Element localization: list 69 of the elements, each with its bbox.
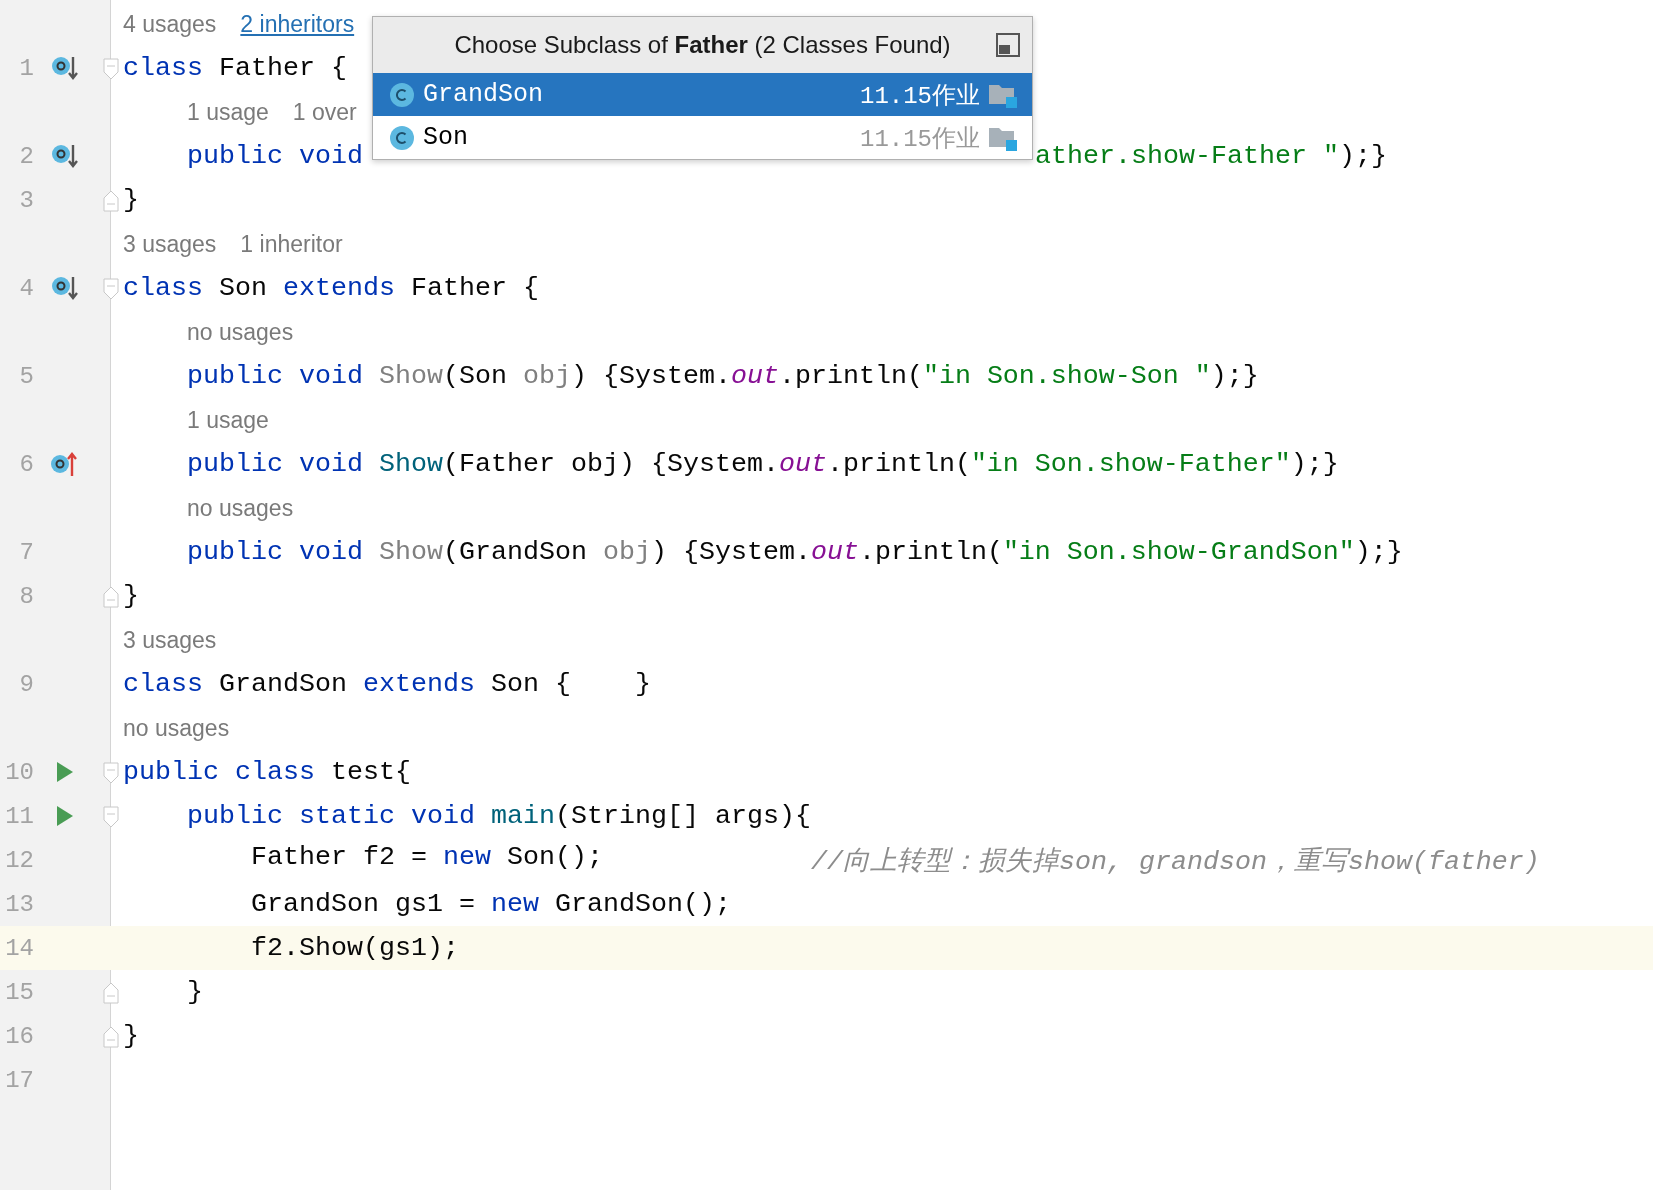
usage-hint: 3 usages — [123, 230, 217, 258]
usage-hint: no usages — [187, 494, 294, 522]
class-icon — [389, 81, 415, 108]
fold-icon[interactable] — [103, 278, 119, 300]
line-number: 15 — [4, 978, 34, 1006]
subclass-item[interactable]: GrandSon 11.15作业 — [373, 73, 1032, 116]
line-number: 5 — [18, 362, 34, 390]
code-line: class Father { — [123, 53, 347, 83]
implemented-icon[interactable] — [51, 55, 79, 81]
usage-hint: 1 inheritor — [240, 230, 343, 258]
usage-hint: 4 usages — [123, 10, 217, 38]
class-name: GrandSon — [423, 80, 545, 109]
code-line: public void Show(Son obj) {System.out.println("in Son.show-Son ");} — [187, 361, 1259, 391]
usage-hint: no usages — [123, 714, 230, 742]
fold-icon[interactable] — [103, 762, 119, 784]
fold-icon[interactable] — [103, 586, 119, 608]
code-line: } — [123, 1021, 139, 1051]
module-name: 11.15作业 — [860, 124, 980, 154]
code-line: public void Show(Father obj) {System.out.println("in Son.show-Father");} — [187, 449, 1339, 479]
code-line: } — [187, 977, 203, 1007]
line-number: 10 — [4, 758, 34, 786]
fold-icon[interactable] — [103, 982, 119, 1004]
line-number: 12 — [4, 846, 34, 874]
line-number: 14 — [4, 934, 34, 962]
line-number: 2 — [18, 142, 34, 170]
window-icon[interactable] — [996, 33, 1020, 57]
fold-icon[interactable] — [103, 1026, 119, 1048]
fold-icon[interactable] — [103, 806, 119, 828]
code-line: Father f2 = new Son(); //向上转型：损失掉son, grandson，重写show(father) — [251, 842, 1540, 878]
usage-hint: 3 usages — [123, 626, 217, 654]
code-line: f2.Show(gs1); — [251, 933, 459, 963]
implemented-icon[interactable] — [51, 143, 79, 169]
usage-hint: no usages — [187, 318, 294, 346]
code-line: GrandSon gs1 = new GrandSon(); — [251, 889, 731, 919]
line-number: 16 — [4, 1022, 34, 1050]
code-line: public void Show(GrandSon obj) {System.out.println("in Son.show-GrandSon");} — [187, 537, 1403, 567]
inheritors-link[interactable]: 2 inheritors — [240, 10, 355, 38]
line-number: 17 — [4, 1066, 34, 1094]
code-line: } — [123, 185, 139, 215]
line-number: 11 — [4, 802, 34, 830]
code-line: ather.show-Father ");} — [1034, 141, 1387, 171]
class-name: Son — [423, 123, 469, 152]
usage-hint: 1 usage — [187, 98, 269, 126]
popup-title: Choose Subclass of Father (2 Classes Found) — [454, 31, 951, 59]
line-number: 3 — [18, 186, 34, 214]
module-name: 11.15作业 — [860, 81, 980, 111]
run-icon[interactable] — [56, 761, 74, 783]
subclass-item[interactable]: Son 11.15作业 — [373, 116, 1032, 159]
code-line: } — [123, 581, 139, 611]
line-number: 13 — [4, 890, 34, 918]
fold-icon[interactable] — [103, 58, 119, 80]
code-line: public static void main(String[] args){ — [187, 801, 811, 831]
code-line: class GrandSon extends Son { } — [123, 669, 651, 699]
overrides-icon[interactable] — [51, 451, 79, 477]
usage-hint: 1 over — [292, 98, 357, 126]
line-number: 6 — [18, 450, 34, 478]
implemented-icon[interactable] — [51, 275, 79, 301]
code-line: public void — [187, 141, 363, 171]
line-number: 8 — [18, 582, 34, 610]
code-line: public class test{ — [123, 757, 411, 787]
line-number: 1 — [18, 54, 34, 82]
code-line: class Son extends Father { — [123, 273, 539, 303]
line-number: 7 — [18, 538, 34, 566]
usage-hint: 1 usage — [187, 406, 269, 434]
run-icon[interactable] — [56, 805, 74, 827]
class-icon — [389, 124, 415, 151]
line-number: 9 — [18, 670, 34, 698]
fold-icon[interactable] — [103, 190, 119, 212]
line-number: 4 — [18, 274, 34, 302]
